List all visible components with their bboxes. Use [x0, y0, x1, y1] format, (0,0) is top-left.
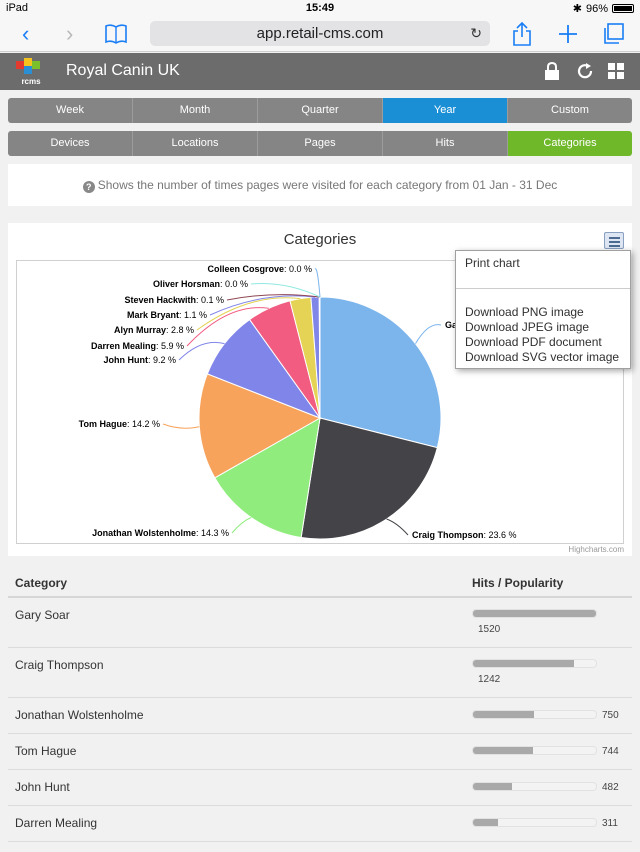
- menu-divider: [456, 288, 630, 289]
- tab-week[interactable]: Week: [8, 98, 133, 123]
- app-title: Royal Canin UK: [66, 62, 180, 79]
- tab-year[interactable]: Year: [383, 98, 508, 123]
- bluetooth-icon: ✱: [572, 3, 582, 15]
- popularity-bar-fill: [473, 711, 534, 718]
- chart-credits[interactable]: Highcharts.com: [568, 545, 624, 554]
- rcms-logo: rcms: [16, 58, 41, 86]
- tab-month[interactable]: Month: [133, 98, 258, 123]
- chart-title: Categories: [283, 231, 357, 248]
- url-text: app.retail-cms.com: [256, 25, 384, 42]
- pie-label: Alyn Murray: 2.8 %: [114, 325, 194, 335]
- category-table: Category Hits / Popularity Gary Soar 1520…: [8, 567, 632, 842]
- popularity-bar-fill: [473, 610, 596, 617]
- pie-connector: [386, 518, 409, 536]
- pie-label: Jonathan Wolstenholme: 14.3 %: [92, 528, 229, 538]
- table-row[interactable]: Darren Mealing 311: [8, 806, 632, 842]
- download-svg-item[interactable]: Download SVG vector image: [465, 350, 619, 364]
- browser-toolbar: ‹ › app.retail-cms.com ↻: [0, 16, 640, 52]
- lock-icon[interactable]: [543, 62, 561, 80]
- pie-label: Tom Hague: 14.2 %: [79, 419, 160, 429]
- popularity-bar: [472, 782, 597, 791]
- table-row[interactable]: Tom Hague 744: [8, 734, 632, 770]
- popularity-bar: [472, 659, 597, 668]
- row-category: Darren Mealing: [15, 816, 98, 830]
- row-hits: 744: [602, 746, 619, 757]
- table-row[interactable]: Gary Soar 1520: [8, 598, 632, 648]
- popularity-bar-fill: [473, 660, 574, 667]
- download-png-item[interactable]: Download PNG image: [465, 305, 584, 319]
- table-body: Gary Soar 1520 Craig Thompson 1242 Jonathan …: [8, 598, 632, 842]
- print-chart-item[interactable]: Print chart: [465, 256, 520, 270]
- row-category: Tom Hague: [15, 744, 77, 758]
- battery-icon: [612, 4, 634, 13]
- tab-custom[interactable]: Custom: [508, 98, 632, 123]
- header-hits: Hits / Popularity: [472, 576, 564, 590]
- table-row[interactable]: Craig Thompson 1242: [8, 648, 632, 698]
- pie-connector: [162, 423, 200, 429]
- app-header: rcms Royal Canin UK: [0, 53, 640, 90]
- tab-pages[interactable]: Pages: [258, 131, 383, 156]
- new-tab-icon[interactable]: [558, 24, 578, 44]
- pie-connector: [231, 517, 252, 534]
- bookmarks-icon[interactable]: [104, 23, 128, 45]
- address-bar[interactable]: app.retail-cms.com ↻: [150, 21, 490, 46]
- row-category: Gary Soar: [15, 608, 70, 622]
- row-category: John Hunt: [15, 780, 70, 794]
- table-header: Category Hits / Popularity: [8, 567, 632, 598]
- page: iPad 15:49 ✱ 96% ‹ › app.retail-cms.com …: [0, 0, 640, 852]
- pie-label: John Hunt: 9.2 %: [103, 355, 176, 365]
- popularity-bar: [472, 609, 597, 618]
- refresh-icon[interactable]: [576, 62, 594, 80]
- forward-icon[interactable]: ›: [66, 16, 73, 52]
- header-category: Category: [15, 576, 68, 590]
- row-category: Craig Thompson: [15, 658, 104, 672]
- question-icon: ?: [82, 181, 95, 193]
- row-hits: 311: [602, 818, 618, 829]
- download-jpeg-item[interactable]: Download JPEG image: [465, 320, 589, 334]
- back-icon[interactable]: ‹: [22, 16, 29, 52]
- pie-label: Mark Bryant: 1.1 %: [127, 310, 207, 320]
- info-box: ? Shows the number of times pages were vi…: [8, 164, 632, 206]
- tab-quarter[interactable]: Quarter: [258, 98, 383, 123]
- row-hits: 750: [602, 710, 619, 721]
- tab-devices[interactable]: Devices: [8, 131, 133, 156]
- share-icon[interactable]: [512, 21, 532, 47]
- logo-text: rcms: [21, 77, 41, 86]
- metric-tabs: Devices Locations Pages Hits Categories: [8, 131, 632, 156]
- row-hits: 482: [602, 782, 619, 793]
- row-hits: 1520: [478, 624, 501, 635]
- status-right: ✱ 96%: [573, 2, 634, 15]
- popularity-bar-fill: [473, 783, 512, 790]
- period-tabs: Week Month Quarter Year Custom: [8, 98, 632, 123]
- tab-locations[interactable]: Locations: [133, 131, 258, 156]
- pie-connector: [415, 324, 442, 344]
- pie-connector: [314, 268, 321, 298]
- tab-hits[interactable]: Hits: [383, 131, 508, 156]
- popularity-bar: [472, 710, 597, 719]
- battery-percent: 96%: [585, 2, 608, 15]
- popularity-bar: [472, 818, 597, 827]
- tab-categories[interactable]: Categories: [508, 131, 632, 156]
- popularity-bar-fill: [473, 819, 499, 826]
- table-row[interactable]: John Hunt 482: [8, 770, 632, 806]
- table-row[interactable]: Jonathan Wolstenholme 750: [8, 698, 632, 734]
- pie-label: Colleen Cosgrove: 0.0 %: [207, 264, 312, 274]
- tabs-icon[interactable]: [602, 23, 624, 45]
- pie-label: Steven Hackwith: 0.1 %: [124, 295, 224, 305]
- info-text: Shows the number of times pages were vis…: [97, 178, 558, 192]
- popularity-bar: [472, 746, 597, 755]
- grid-icon[interactable]: [607, 62, 625, 80]
- row-category: Jonathan Wolstenholme: [15, 708, 144, 722]
- chart-export-menu: Print chart Download PNG image Download …: [455, 250, 631, 369]
- pie-label: Darren Mealing: 5.9 %: [91, 341, 184, 351]
- chart-menu-button[interactable]: [604, 232, 624, 249]
- download-pdf-item[interactable]: Download PDF document: [465, 335, 602, 349]
- pie-label: Oliver Horsman: 0.0 %: [153, 279, 248, 289]
- row-hits: 1242: [478, 674, 501, 685]
- clock: 15:49: [305, 2, 335, 14]
- status-bar: iPad 15:49 ✱ 96%: [0, 0, 640, 16]
- popularity-bar-fill: [473, 747, 534, 754]
- reload-icon[interactable]: ↻: [470, 21, 482, 46]
- pie-label: Craig Thompson: 23.6 %: [412, 530, 517, 540]
